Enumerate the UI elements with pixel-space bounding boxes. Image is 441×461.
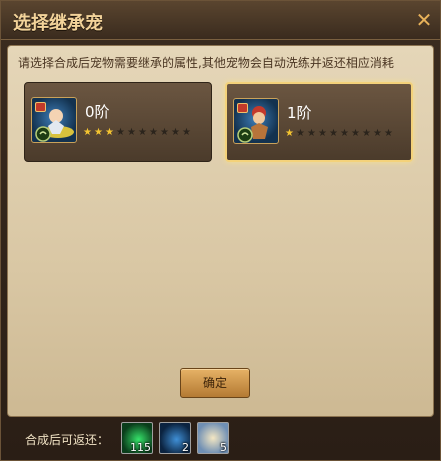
star-empty-icon: ★	[351, 128, 360, 139]
star-filled-icon: ★	[285, 128, 294, 139]
pet-tier-label: 1阶	[287, 104, 312, 122]
instruction-text: 请选择合成后宠物需要继承的属性,其他宠物会自动洗练并返还相应消耗	[18, 56, 394, 70]
pet-card-1[interactable]: 1阶 ★ ★ ★ ★ ★ ★ ★ ★ ★ ★	[225, 82, 413, 162]
confirm-button[interactable]: 确定	[180, 368, 250, 398]
star-empty-icon: ★	[307, 128, 316, 139]
lock-icon	[237, 103, 248, 113]
star-empty-icon: ★	[182, 127, 191, 138]
item-count: 115	[130, 441, 151, 454]
scroll-icon[interactable]: 5	[197, 422, 229, 454]
pet-tier-label: 0阶	[85, 103, 110, 121]
green-crystal-icon[interactable]: 115	[121, 422, 153, 454]
star-empty-icon: ★	[127, 127, 136, 138]
pet-card-0[interactable]: 0阶 ★ ★ ★ ★ ★ ★ ★ ★ ★ ★	[24, 82, 212, 162]
item-count: 5	[220, 441, 227, 454]
star-filled-icon: ★	[94, 127, 103, 138]
pet-portrait-blue-icon	[31, 97, 77, 143]
star-empty-icon: ★	[362, 128, 371, 139]
content-panel: 请选择合成后宠物需要继承的属性,其他宠物会自动洗练并返还相应消耗 0阶 ★ ★ ★ ★…	[7, 45, 434, 417]
star-filled-icon: ★	[105, 127, 114, 138]
star-empty-icon: ★	[296, 128, 305, 139]
item-count: 2	[182, 441, 189, 454]
star-empty-icon: ★	[329, 128, 338, 139]
inherit-pet-window: 选择继承宠 ✕ 请选择合成后宠物需要继承的属性,其他宠物会自动洗练并返还相应消耗…	[0, 0, 441, 461]
pet-portrait-red-icon	[233, 98, 279, 144]
star-rating: ★ ★ ★ ★ ★ ★ ★ ★ ★ ★	[83, 127, 191, 138]
green-orb-icon[interactable]: 2	[159, 422, 191, 454]
star-empty-icon: ★	[171, 127, 180, 138]
star-empty-icon: ★	[373, 128, 382, 139]
close-icon[interactable]: ✕	[414, 10, 434, 30]
star-empty-icon: ★	[160, 127, 169, 138]
star-empty-icon: ★	[318, 128, 327, 139]
return-label: 合成后可返还：	[25, 433, 110, 447]
star-empty-icon: ★	[138, 127, 147, 138]
window-title: 选择继承宠	[13, 13, 103, 34]
star-empty-icon: ★	[116, 127, 125, 138]
star-rating: ★ ★ ★ ★ ★ ★ ★ ★ ★ ★	[285, 128, 393, 139]
star-empty-icon: ★	[340, 128, 349, 139]
star-empty-icon: ★	[149, 127, 158, 138]
lock-icon	[35, 102, 46, 112]
star-empty-icon: ★	[384, 128, 393, 139]
star-filled-icon: ★	[83, 127, 92, 138]
title-bar: 选择继承宠 ✕	[1, 1, 440, 40]
